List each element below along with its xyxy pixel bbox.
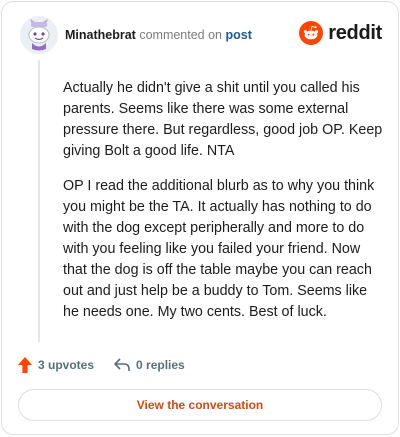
action-text: commented on xyxy=(139,28,223,42)
comment-header: Minathebrat commented on post reddit xyxy=(20,16,382,56)
thread-line xyxy=(38,60,40,342)
reddit-wordmark: reddit xyxy=(328,21,382,44)
upvote-count[interactable]: 3 upvotes xyxy=(18,357,94,373)
comment-paragraph: OP I read the additional blurb as to why… xyxy=(63,178,375,320)
comment-footer: 3 upvotes 0 replies xyxy=(18,354,185,376)
arrow-up-icon xyxy=(18,357,32,373)
username[interactable]: Minathebrat xyxy=(65,28,136,42)
comment-body: Actually he didn't give a shit until you… xyxy=(63,78,385,337)
embedded-comment-card: Minathebrat commented on post reddit Act… xyxy=(1,1,399,435)
comment-paragraph: Actually he didn't give a shit until you… xyxy=(63,80,383,159)
snoo-avatar-icon xyxy=(20,16,58,54)
reddit-brand[interactable]: reddit xyxy=(299,20,382,46)
reply-count[interactable]: 0 replies xyxy=(94,358,185,372)
post-link[interactable]: post xyxy=(226,28,252,42)
view-conversation-button[interactable]: View the conversation xyxy=(18,389,382,421)
upvotes-label: 3 upvotes xyxy=(38,358,95,372)
comment-meta: Minathebrat commented on post xyxy=(65,28,252,42)
reply-arrow-icon xyxy=(114,358,130,371)
user-avatar[interactable] xyxy=(20,16,58,54)
replies-label: 0 replies xyxy=(136,358,185,372)
reddit-logo-icon xyxy=(299,21,324,45)
